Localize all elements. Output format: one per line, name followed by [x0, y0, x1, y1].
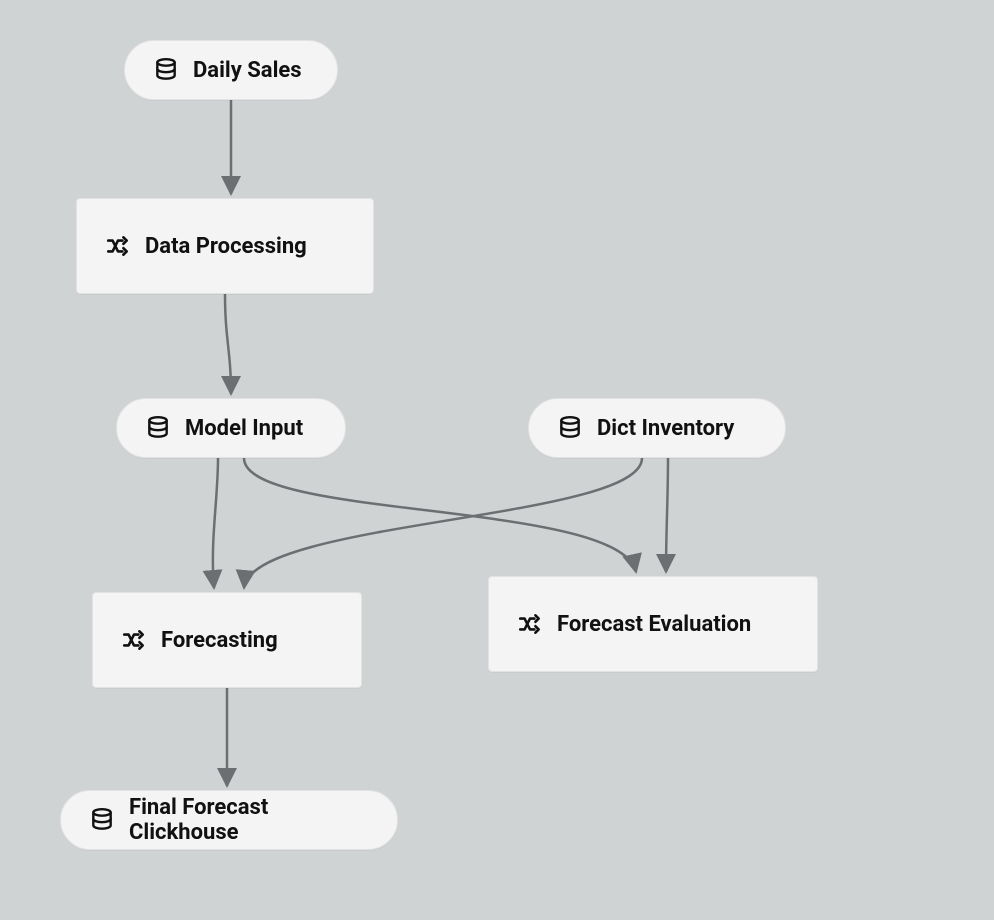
node-forecast-evaluation[interactable]: Forecast Evaluation [488, 576, 818, 672]
node-label: Daily Sales [193, 58, 302, 83]
edges-layer [0, 0, 994, 920]
shuffle-icon [517, 611, 543, 637]
node-label: Forecasting [161, 628, 278, 653]
node-dict-inventory[interactable]: Dict Inventory [528, 398, 786, 458]
node-data-processing[interactable]: Data Processing [76, 198, 374, 294]
edge [666, 458, 668, 572]
database-icon [153, 57, 179, 83]
edge [213, 458, 218, 588]
shuffle-icon [105, 233, 131, 259]
shuffle-icon [121, 627, 147, 653]
node-label: Final Forecast Clickhouse [129, 795, 369, 845]
node-final-forecast-clickhouse[interactable]: Final Forecast Clickhouse [60, 790, 398, 850]
node-label: Dict Inventory [597, 416, 734, 441]
node-forecasting[interactable]: Forecasting [92, 592, 362, 688]
node-daily-sales[interactable]: Daily Sales [124, 40, 338, 100]
diagram-canvas: Daily Sales Data Processing Model Input [0, 0, 994, 920]
database-icon [145, 415, 171, 441]
edge [244, 458, 642, 588]
node-label: Model Input [185, 416, 303, 441]
edge [225, 294, 231, 394]
node-model-input[interactable]: Model Input [116, 398, 346, 458]
node-label: Forecast Evaluation [557, 612, 751, 637]
database-icon [89, 807, 115, 833]
database-icon [557, 415, 583, 441]
edge [244, 458, 636, 572]
node-label: Data Processing [145, 234, 307, 259]
